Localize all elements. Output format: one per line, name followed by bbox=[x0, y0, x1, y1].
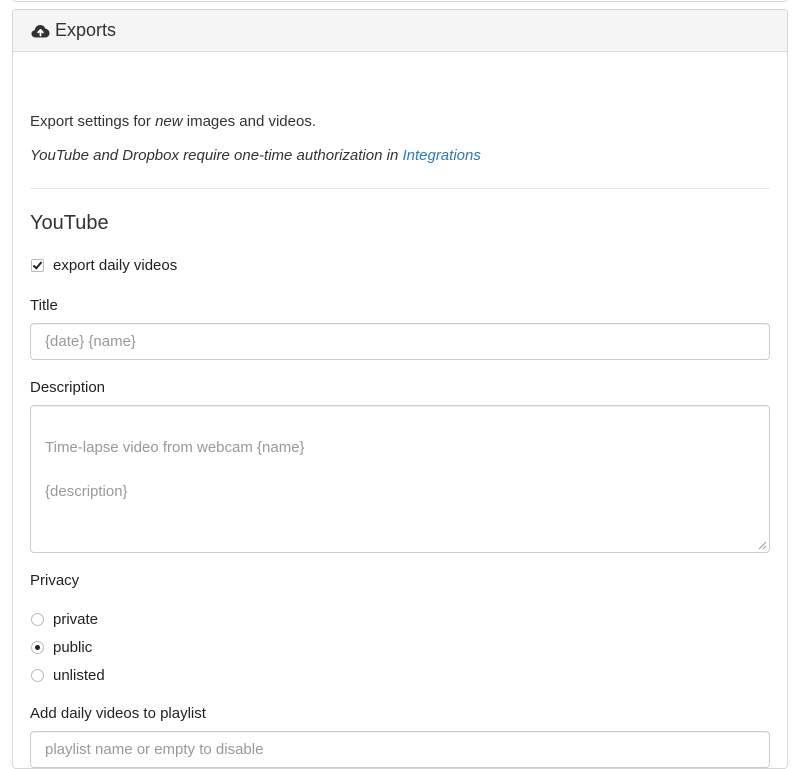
description-placeholder: Time-lapse video from webcam {name} {des… bbox=[45, 439, 305, 500]
intro-suffix: images and videos. bbox=[182, 113, 317, 130]
intro-emphasis: new bbox=[155, 113, 183, 130]
description-label: Description bbox=[30, 379, 106, 396]
description-textarea[interactable]: Time-lapse video from webcam {name} {des… bbox=[30, 405, 770, 553]
cloud-upload-icon bbox=[31, 23, 50, 39]
checkmark-icon bbox=[32, 259, 43, 270]
previous-panel-edge bbox=[12, 0, 788, 2]
playlist-placeholder: playlist name or empty to disable bbox=[45, 741, 264, 758]
title-placeholder: {date} {name} bbox=[45, 333, 136, 350]
resize-grip-icon[interactable] bbox=[758, 541, 767, 550]
radio-button[interactable] bbox=[31, 613, 44, 626]
exports-panel: Exports Export settings for new images a… bbox=[12, 9, 788, 769]
radio-button[interactable] bbox=[31, 641, 44, 654]
privacy-option-private[interactable]: private bbox=[31, 611, 98, 628]
radio-label: public bbox=[53, 639, 93, 656]
authorization-text: YouTube and Dropbox require one-time aut… bbox=[30, 147, 403, 164]
playlist-input[interactable]: playlist name or empty to disable bbox=[30, 731, 770, 768]
checkbox[interactable] bbox=[31, 259, 44, 272]
panel-title: Exports bbox=[55, 20, 117, 40]
export-daily-videos-checkbox[interactable]: export daily videos bbox=[31, 257, 177, 274]
section-title-youtube: YouTube bbox=[30, 212, 109, 234]
radio-label: unlisted bbox=[53, 667, 105, 684]
intro-text: Export settings for new images and video… bbox=[30, 113, 316, 130]
checkbox-label: export daily videos bbox=[53, 257, 178, 274]
panel-heading: Exports bbox=[13, 10, 787, 52]
integrations-link[interactable]: Integrations bbox=[402, 147, 480, 164]
intro-prefix: Export settings for bbox=[30, 113, 156, 130]
privacy-label: Privacy bbox=[30, 572, 80, 589]
privacy-option-unlisted[interactable]: unlisted bbox=[31, 667, 105, 684]
title-label: Title bbox=[30, 297, 58, 314]
authorization-note: YouTube and Dropbox require one-time aut… bbox=[30, 147, 481, 164]
title-input[interactable]: {date} {name} bbox=[30, 323, 770, 360]
privacy-option-public[interactable]: public bbox=[31, 639, 92, 656]
divider bbox=[30, 188, 770, 189]
playlist-label: Add daily videos to playlist bbox=[30, 705, 206, 722]
radio-label: private bbox=[53, 611, 99, 628]
radio-button[interactable] bbox=[31, 669, 44, 682]
